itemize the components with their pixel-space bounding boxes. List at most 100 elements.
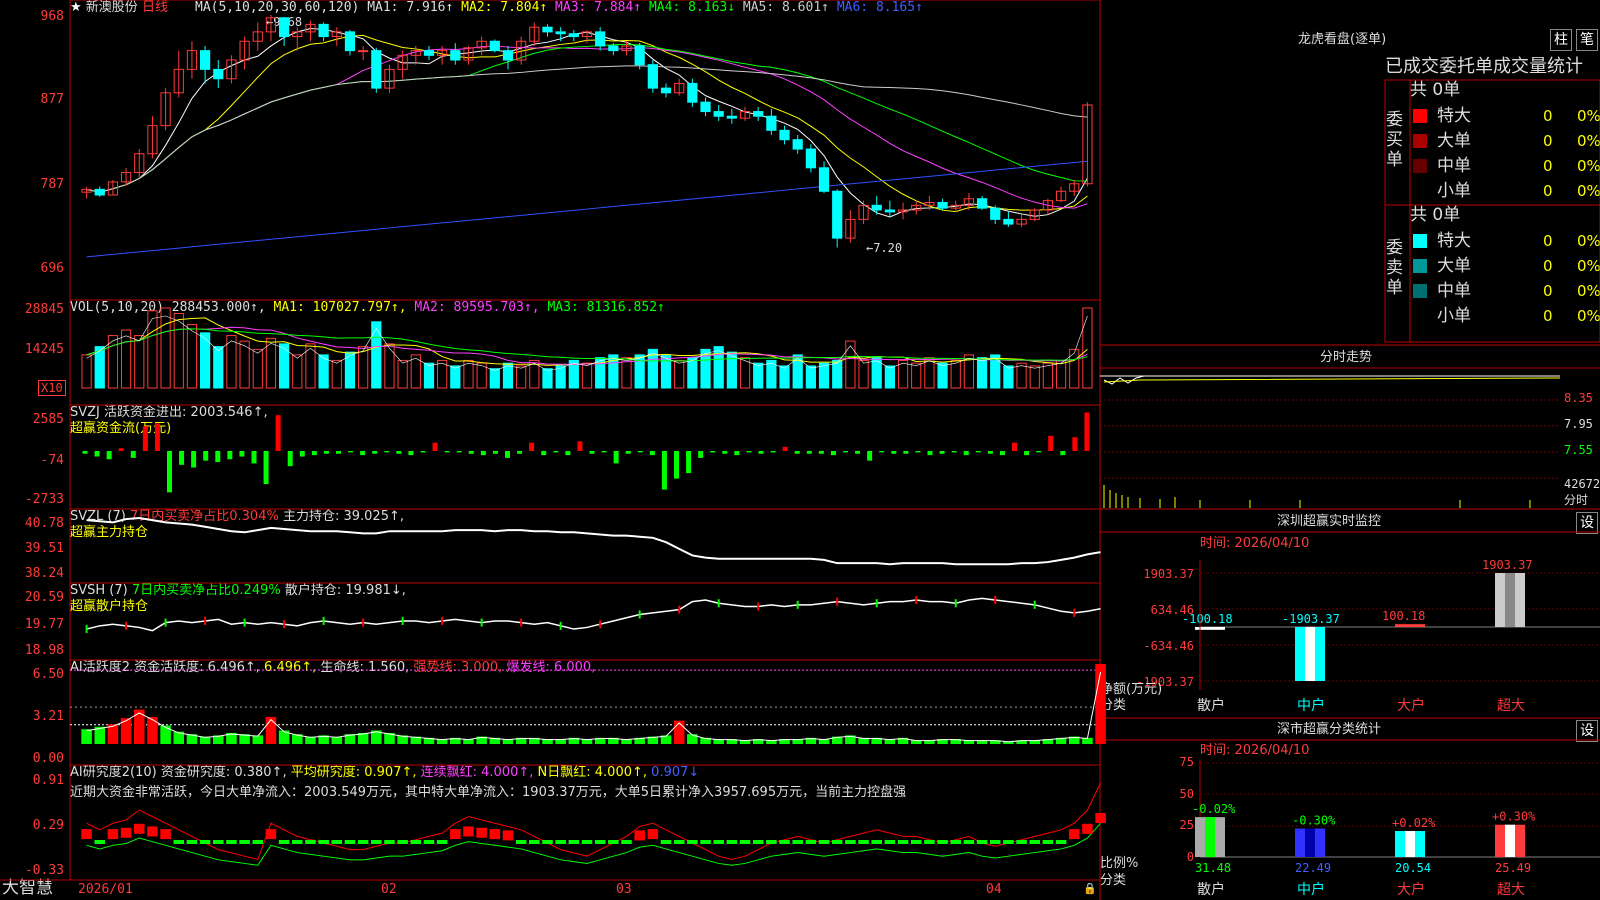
ai-active-bar bbox=[331, 736, 343, 744]
svzl-tick: 39.51 bbox=[24, 541, 64, 556]
svzj-bar bbox=[589, 451, 595, 454]
svzl-sub: 超赢主力持仓 bbox=[70, 525, 149, 540]
candle-body bbox=[687, 82, 698, 103]
ai-active-bar bbox=[700, 737, 711, 744]
candle-body bbox=[81, 188, 92, 193]
ai-research-bar bbox=[831, 840, 843, 844]
svzj-bar bbox=[311, 451, 317, 456]
candle-body bbox=[805, 148, 816, 169]
ai-active-bar bbox=[818, 739, 830, 744]
sz-monitor-settings-button[interactable]: 设 bbox=[1576, 512, 1598, 534]
candle-body bbox=[318, 23, 329, 38]
bar-mode-button[interactable]: 柱 bbox=[1550, 29, 1572, 51]
ai-active-bar bbox=[199, 736, 211, 744]
sell-row-name: 小单 bbox=[1437, 306, 1471, 326]
buy-row-name: 中单 bbox=[1437, 156, 1471, 176]
sz-class-settings-button[interactable]: 设 bbox=[1576, 720, 1598, 742]
svzj-bar bbox=[649, 451, 655, 456]
svzj-bar bbox=[686, 451, 692, 474]
sz-monitor-category: 散户 bbox=[1197, 697, 1225, 714]
ai-research-bar bbox=[331, 840, 343, 844]
sell-row-count: 0 bbox=[1543, 232, 1553, 250]
lock-icon[interactable]: 🔒 bbox=[1083, 881, 1097, 897]
candle-body bbox=[568, 33, 579, 38]
svzj-bar bbox=[275, 415, 281, 451]
volume-bar bbox=[226, 335, 237, 389]
period-label[interactable]: 日线 bbox=[142, 0, 168, 15]
ai-research-bar bbox=[858, 840, 869, 844]
sz-monitor-bar bbox=[1295, 627, 1325, 681]
ai-active-bar bbox=[910, 740, 922, 744]
volume-bar bbox=[1082, 307, 1093, 389]
stock-name: 新澳股份 bbox=[85, 0, 138, 15]
ai-active-bar bbox=[107, 724, 119, 744]
volume-bar bbox=[252, 348, 263, 389]
volume-bar bbox=[1042, 362, 1054, 389]
candle-body bbox=[94, 188, 105, 196]
svzj-bar bbox=[915, 451, 921, 453]
ai-active-bar bbox=[634, 737, 645, 744]
ai-research-bar bbox=[647, 829, 659, 840]
ai-active-bar bbox=[542, 739, 553, 744]
ai-active-legend: AI活跃度2 资金活跃度: 6.496↑, 6.496↑, 生命线: 1.560… bbox=[70, 660, 595, 676]
buy-row-name: 特大 bbox=[1437, 106, 1471, 126]
buy-row-name: 小单 bbox=[1437, 181, 1471, 201]
ai-research-bar bbox=[357, 840, 369, 844]
sz-monitor-title: 深圳超赢实时监控 bbox=[1277, 514, 1382, 529]
ai-active-bar bbox=[147, 716, 158, 744]
svzj-bar bbox=[661, 451, 667, 490]
sell-row-name: 特大 bbox=[1437, 231, 1471, 251]
candle-body bbox=[779, 129, 790, 141]
ai-research-bar bbox=[937, 840, 948, 844]
ai-life-line: 生命线: 1.560, bbox=[320, 660, 410, 675]
svzj-bar bbox=[565, 451, 571, 456]
vol-ma-line bbox=[86, 328, 1088, 362]
svzj-tick: 2585 bbox=[32, 412, 64, 427]
svsh-hold: 散户持仓: 19.981↓, bbox=[284, 583, 406, 598]
ai-active-bar bbox=[963, 740, 975, 744]
sz-class-change: -0.30% bbox=[1292, 814, 1336, 828]
candle-body bbox=[766, 115, 777, 131]
volume-bar bbox=[213, 346, 224, 389]
svsh-tick: 19.77 bbox=[24, 617, 64, 632]
svzj-bar bbox=[287, 451, 293, 467]
svzj-bar bbox=[1084, 412, 1090, 451]
volume-bar bbox=[990, 354, 1001, 389]
tick-mode-button[interactable]: 笔 bbox=[1576, 29, 1598, 51]
svzj-bar bbox=[806, 451, 812, 454]
high-annotation: ←9.68 bbox=[266, 15, 303, 29]
ai-research-bar bbox=[305, 840, 316, 844]
sz-class-change: +0.02% bbox=[1392, 816, 1436, 830]
star-icon[interactable]: ★ bbox=[70, 0, 82, 15]
ma-legend: MA(5,10,20,30,60,120) MA1: 7.916↑ MA2: 7… bbox=[195, 0, 923, 16]
volume-bar bbox=[120, 329, 132, 389]
svzj-bar bbox=[975, 451, 981, 453]
ai-active-bar bbox=[1029, 740, 1041, 744]
volume-bar bbox=[147, 310, 158, 389]
svzj-bar bbox=[444, 451, 450, 453]
buy-color-swatch bbox=[1413, 134, 1427, 148]
ai-research-bar bbox=[371, 840, 382, 844]
sell-row-name: 大单 bbox=[1437, 256, 1471, 276]
volume-bar bbox=[660, 354, 672, 389]
ai-active-bar bbox=[160, 725, 171, 744]
svzj-bar bbox=[94, 451, 100, 457]
volume-bar bbox=[1003, 365, 1014, 389]
candle-body bbox=[252, 31, 263, 42]
ai-active-bar bbox=[529, 737, 540, 744]
high-value: 9.68 bbox=[273, 15, 303, 29]
sz-class-value: 25.49 bbox=[1495, 861, 1531, 875]
candle-body bbox=[713, 111, 724, 117]
candle-body bbox=[555, 31, 566, 35]
ai-active-bar bbox=[423, 737, 435, 744]
sz-class-title: 深市超赢分类统计 bbox=[1277, 722, 1382, 737]
vol-value: 288453.000↑, bbox=[171, 300, 266, 315]
volume-bar bbox=[713, 346, 724, 389]
ai-active-bar bbox=[489, 737, 501, 744]
candle-body bbox=[489, 40, 500, 52]
volume-bar bbox=[463, 359, 474, 389]
date-tick: 04 bbox=[986, 882, 1002, 897]
volume-bar bbox=[516, 365, 527, 389]
svzj-bar bbox=[505, 451, 510, 458]
sell-row-pct: 0% bbox=[1577, 282, 1600, 300]
